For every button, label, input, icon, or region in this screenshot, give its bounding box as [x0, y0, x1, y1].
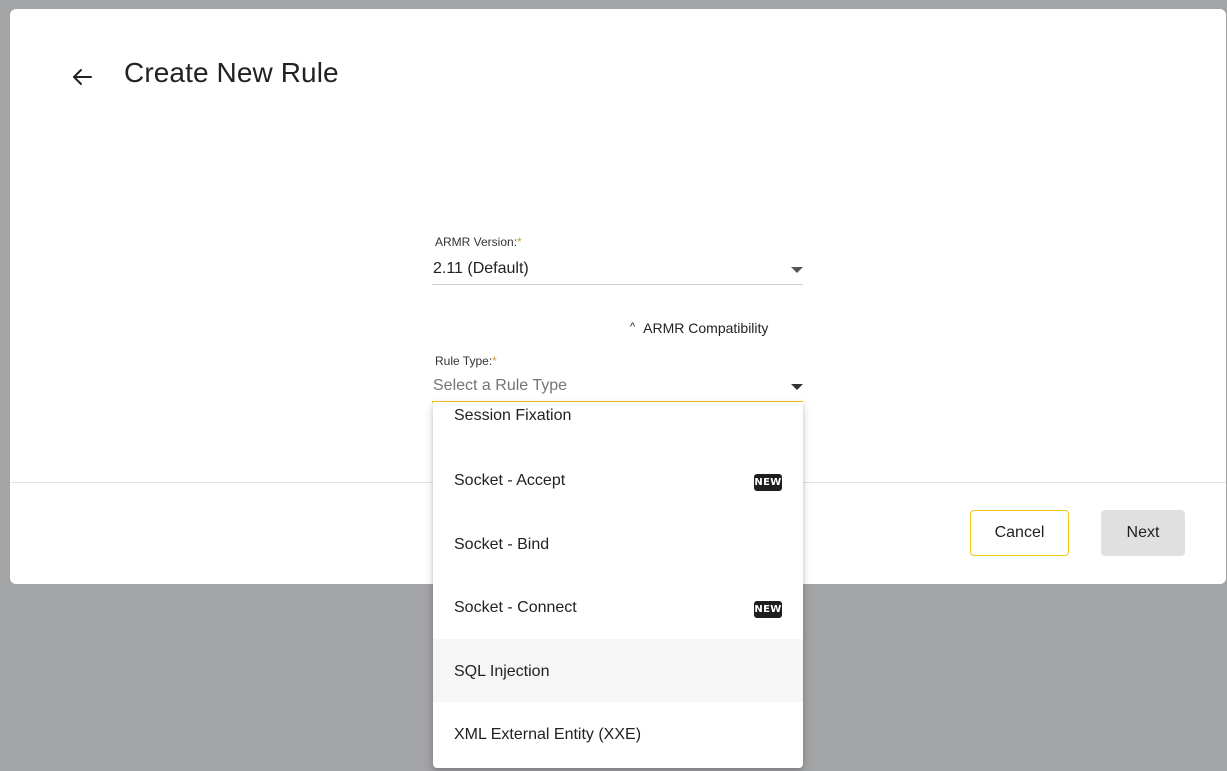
rule-type-label-text: Rule Type:: [435, 354, 493, 368]
armr-version-value: 2.11 (Default): [433, 260, 529, 277]
dropdown-option-session-fixation[interactable]: Session Fixation: [433, 402, 803, 449]
rule-type-dropdown-menu: Session Fixation Socket - Accept NEW Soc…: [433, 402, 803, 768]
chevron-up-icon: ^: [630, 321, 636, 333]
armr-compatibility-label: ARMR Compatibility: [643, 320, 769, 336]
option-label: Socket - Accept: [454, 472, 566, 489]
armr-compatibility-toggle[interactable]: ^ ARMR Compatibility: [630, 320, 768, 336]
dropdown-option-xxe[interactable]: XML External Entity (XXE): [433, 702, 803, 765]
option-label: Socket - Connect: [454, 599, 577, 616]
required-mark: *: [517, 235, 522, 249]
new-badge: NEW: [754, 601, 782, 618]
next-button[interactable]: Next: [1101, 510, 1185, 556]
rule-type-select[interactable]: Select a Rule Type: [432, 375, 803, 403]
rule-type-placeholder: Select a Rule Type: [433, 377, 568, 394]
dropdown-option-socket-connect[interactable]: Socket - Connect NEW: [433, 576, 803, 639]
new-badge: NEW: [754, 474, 782, 491]
armr-version-label-text: ARMR Version:: [435, 235, 518, 249]
armr-version-label: ARMR Version:*: [435, 235, 522, 249]
cancel-button[interactable]: Cancel: [970, 510, 1069, 556]
option-label: Session Fixation: [454, 407, 572, 424]
option-label: XML External Entity (XXE): [454, 726, 642, 743]
option-label: SQL Injection: [454, 663, 550, 680]
dropdown-option-sql-injection[interactable]: SQL Injection: [433, 639, 803, 702]
page-title: Create New Rule: [124, 57, 339, 88]
required-mark: *: [492, 354, 497, 368]
dropdown-option-socket-bind[interactable]: Socket - Bind: [433, 513, 803, 576]
option-label: Socket - Bind: [454, 536, 550, 553]
rule-type-label: Rule Type:*: [435, 354, 497, 368]
back-button[interactable]: [62, 61, 102, 93]
dropdown-option-socket-accept[interactable]: Socket - Accept NEW: [433, 450, 803, 513]
armr-version-select[interactable]: 2.11 (Default): [432, 258, 803, 285]
arrow-left-icon: [71, 68, 93, 86]
dropdown-caret-icon: [791, 267, 803, 273]
dropdown-caret-icon: [791, 384, 803, 390]
